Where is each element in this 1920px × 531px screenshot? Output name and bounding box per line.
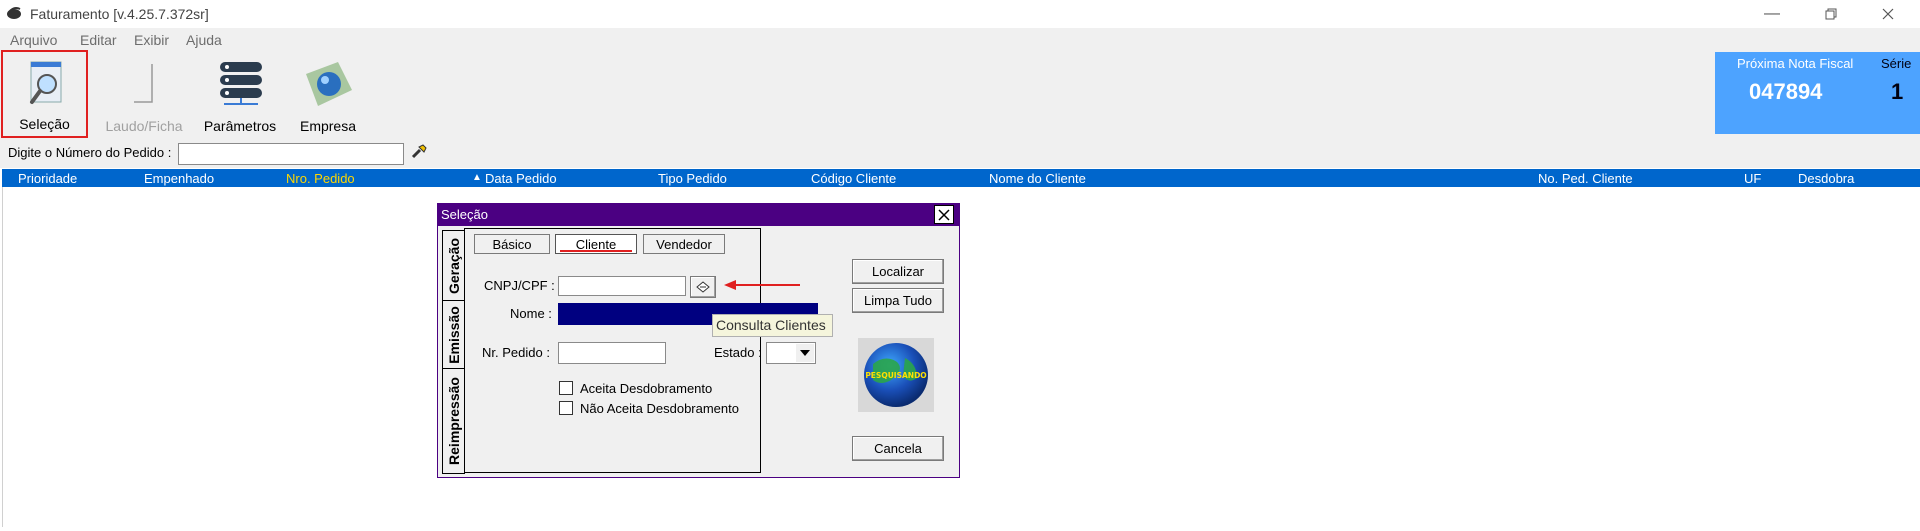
- dialog-title-bar: Seleção: [438, 204, 959, 226]
- grid-header: Prioridade Empenhado Nro. Pedido ▲ Data …: [2, 169, 1920, 187]
- close-icon: [938, 208, 950, 221]
- next-invoice-panel: Próxima Nota Fiscal 047894 Série 1: [1715, 52, 1920, 134]
- active-tab-underline: [560, 250, 632, 252]
- nr-pedido-input[interactable]: [558, 342, 666, 364]
- col-empenhado[interactable]: Empenhado: [144, 171, 214, 186]
- restore-icon[interactable]: [1803, 0, 1859, 28]
- flashlight-icon[interactable]: [410, 143, 428, 161]
- minimize-icon[interactable]: —: [1744, 0, 1800, 28]
- window-title: Faturamento [v.4.25.7.372sr]: [30, 6, 209, 22]
- localizar-button[interactable]: Localizar: [852, 259, 944, 284]
- menu-bar: Arquivo Editar Exibir Ajuda: [0, 28, 1920, 52]
- col-codigo-cliente[interactable]: Código Cliente: [811, 171, 896, 186]
- menu-arquivo[interactable]: Arquivo: [10, 32, 57, 48]
- col-no-ped-cliente[interactable]: No. Ped. Cliente: [1538, 171, 1633, 186]
- cancela-button[interactable]: Cancela: [852, 436, 944, 461]
- menu-ajuda[interactable]: Ajuda: [186, 32, 222, 48]
- close-icon[interactable]: [1860, 0, 1916, 28]
- book-lookup-icon: [696, 281, 710, 293]
- tab-geracao[interactable]: Geração: [442, 230, 465, 302]
- report-icon: [134, 64, 153, 103]
- selecao-button[interactable]: Seleção: [1, 50, 88, 138]
- company-globe-icon: [306, 62, 352, 106]
- selection-search-icon: [30, 61, 62, 104]
- parametros-button[interactable]: Parâmetros: [200, 52, 280, 138]
- menu-exibir[interactable]: Exibir: [134, 32, 169, 48]
- server-stack-icon: [220, 62, 262, 105]
- empresa-button[interactable]: Empresa: [290, 52, 366, 138]
- tab-emissao[interactable]: Emissão: [442, 300, 465, 370]
- estado-select[interactable]: [766, 342, 816, 364]
- aceita-desdobramento-checkbox[interactable]: [559, 381, 573, 395]
- cnpj-input[interactable]: [558, 276, 686, 296]
- series-label: Série: [1881, 56, 1912, 71]
- nr-pedido-label: Nr. Pedido :: [482, 345, 550, 360]
- red-arrow-icon: [724, 280, 800, 290]
- col-prioridade[interactable]: Prioridade: [18, 171, 77, 186]
- order-number-label: Digite o Número do Pedido :: [8, 145, 172, 160]
- dialog-close-button[interactable]: [934, 205, 954, 224]
- search-row: Digite o Número do Pedido :: [0, 140, 1920, 168]
- toolbar: Seleção Laudo/Ficha Parâmetros Empresa: [0, 50, 1920, 140]
- nome-label: Nome :: [510, 306, 552, 321]
- series-value: 1: [1891, 79, 1904, 104]
- tab-basico[interactable]: Básico: [474, 234, 550, 254]
- col-nro-pedido[interactable]: Nro. Pedido: [286, 171, 355, 186]
- nao-aceita-desdobramento-label: Não Aceita Desdobramento: [580, 401, 739, 416]
- nao-aceita-desdobramento-checkbox[interactable]: [559, 401, 573, 415]
- grid-body[interactable]: [2, 187, 1919, 527]
- dialog-title: Seleção: [441, 207, 488, 222]
- menu-editar[interactable]: Editar: [80, 32, 117, 48]
- col-nome-cliente[interactable]: Nome do Cliente: [989, 171, 1086, 186]
- col-desdobra[interactable]: Desdobra: [1798, 171, 1854, 186]
- estado-label: Estado :: [714, 345, 762, 360]
- col-tipo-pedido[interactable]: Tipo Pedido: [658, 171, 727, 186]
- aceita-desdobramento-label: Aceita Desdobramento: [580, 381, 713, 396]
- pesquisando-globe: PESQUISANDO: [858, 338, 934, 412]
- globe-text: PESQUISANDO: [865, 371, 926, 380]
- app-icon: [7, 7, 21, 19]
- next-invoice-number: 047894: [1749, 79, 1823, 104]
- limpa-tudo-button[interactable]: Limpa Tudo: [852, 288, 944, 313]
- consulta-clientes-button[interactable]: [690, 276, 716, 298]
- col-uf[interactable]: UF: [1744, 171, 1761, 186]
- tab-reimpressao[interactable]: Reimpressão: [442, 368, 465, 474]
- tab-vendedor[interactable]: Vendedor: [643, 234, 725, 254]
- title-bar: Faturamento [v.4.25.7.372sr] —: [0, 0, 1920, 28]
- globe-icon: PESQUISANDO: [864, 343, 928, 407]
- sort-ascending-icon: ▲: [472, 172, 482, 183]
- col-data-pedido[interactable]: Data Pedido: [485, 171, 557, 186]
- next-invoice-label: Próxima Nota Fiscal: [1737, 56, 1854, 71]
- laudo-ficha-button[interactable]: Laudo/Ficha: [100, 52, 188, 138]
- order-number-input[interactable]: [178, 143, 404, 165]
- chevron-down-icon[interactable]: [796, 344, 814, 362]
- tab-cliente[interactable]: Cliente: [555, 234, 637, 254]
- selection-dialog: Seleção Geração Emissão Reimpressão Bási…: [437, 203, 960, 478]
- cnpj-label: CNPJ/CPF :: [484, 278, 555, 293]
- tooltip-consulta-clientes: Consulta Clientes: [712, 314, 833, 337]
